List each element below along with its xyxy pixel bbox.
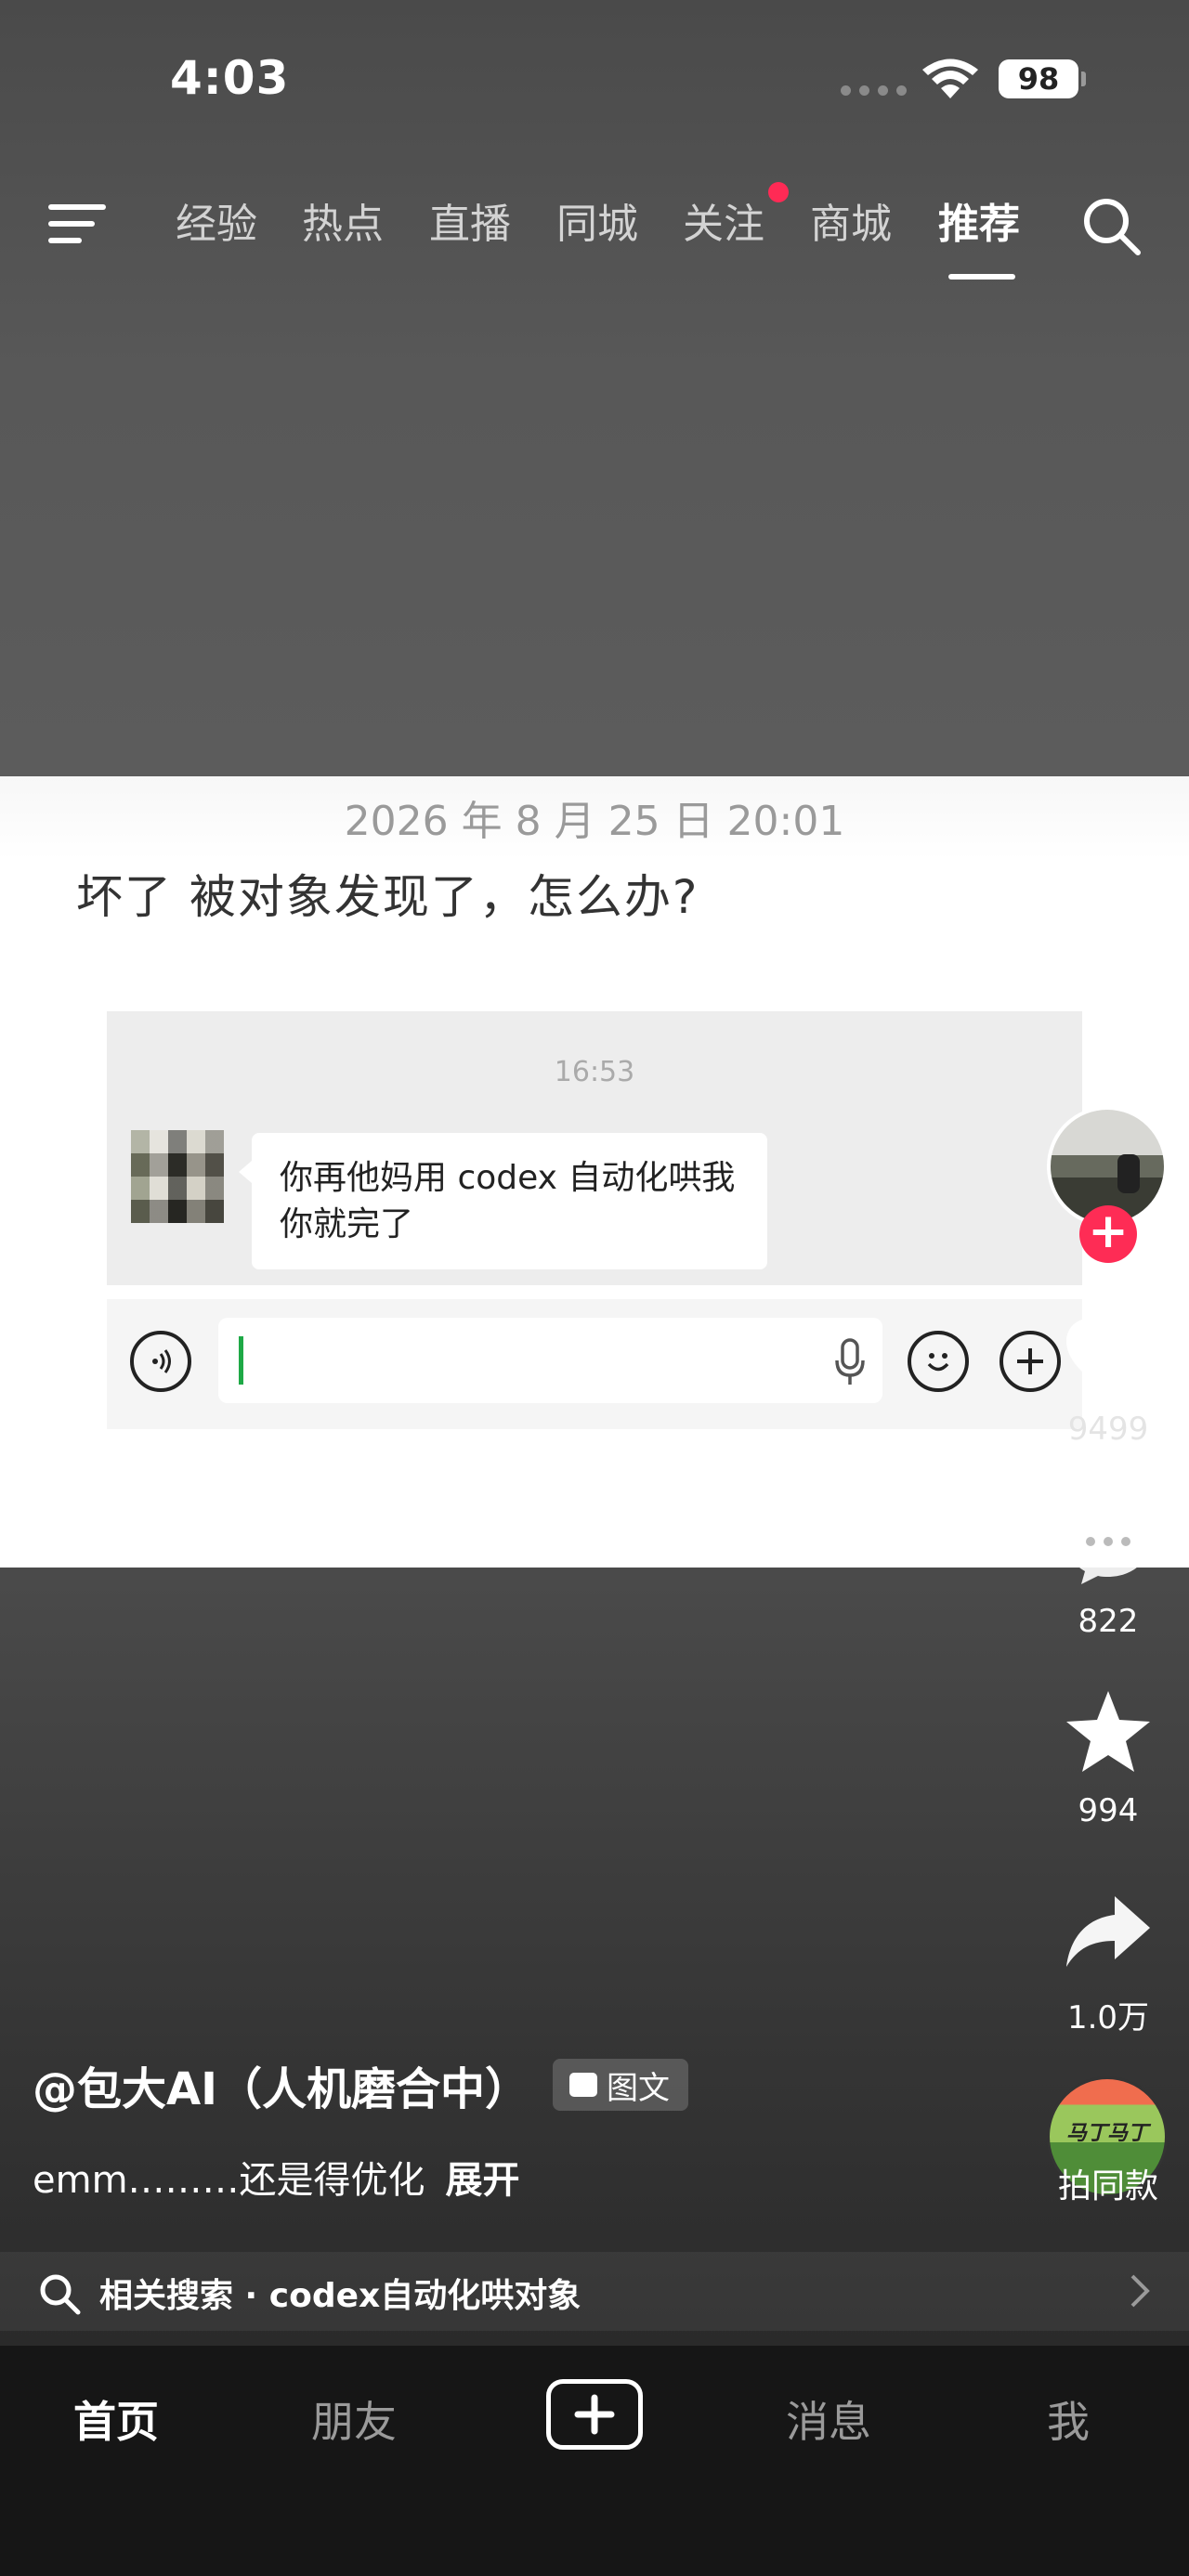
caption-text: emm………还是得优化 <box>33 2159 425 2202</box>
chat-input-field <box>218 1318 882 1403</box>
post-type-badge: 图文 <box>553 2059 688 2111</box>
emoji-icon <box>908 1331 969 1392</box>
active-tab-indicator <box>948 274 1015 280</box>
post-text: 坏了 被对象发现了，怎么办? <box>76 870 699 924</box>
wifi-icon <box>922 59 978 98</box>
chat-avatar <box>131 1130 224 1223</box>
share-icon[interactable] <box>1061 1885 1156 1980</box>
battery-tip <box>1081 72 1086 86</box>
voice-icon <box>130 1331 191 1392</box>
notification-dot <box>768 182 789 202</box>
menu-icon[interactable] <box>48 202 106 245</box>
star-icon[interactable] <box>1061 1685 1156 1780</box>
mic-icon <box>835 1338 865 1385</box>
music-disc-text: 马丁马丁 <box>1066 2122 1149 2145</box>
tab-guanzhu[interactable]: 关注 <box>683 190 764 250</box>
caption: emm………还是得优化 展开 <box>33 2150 520 2204</box>
text-caret <box>239 1336 243 1385</box>
related-search-text: 相关搜索 · codex自动化哄对象 <box>99 2277 581 2315</box>
nav-home[interactable]: 首页 <box>73 2388 159 2450</box>
tab-jingyan[interactable]: 经验 <box>176 190 257 250</box>
expand-link[interactable]: 展开 <box>446 2159 520 2202</box>
battery-icon: 98 <box>999 59 1078 98</box>
tab-tuijian[interactable]: 推荐 <box>938 190 1020 250</box>
bottom-nav: 首页 朋友 消息 我 <box>0 2346 1189 2576</box>
tab-redian[interactable]: 热点 <box>302 190 384 250</box>
share-count: 1.0万 <box>1066 1999 1150 2036</box>
same-style-button[interactable]: 拍同款 <box>1033 2159 1183 2207</box>
chevron-right-icon <box>1130 2274 1150 2308</box>
search-icon <box>40 2274 81 2315</box>
chat-input-bar <box>107 1299 1082 1429</box>
image-post-icon <box>569 2073 597 2097</box>
create-button[interactable] <box>546 2379 643 2450</box>
chat-time: 16:53 <box>554 1056 635 1088</box>
nav-me[interactable]: 我 <box>1047 2388 1090 2450</box>
tab-zhibo[interactable]: 直播 <box>429 190 511 250</box>
related-search-bar[interactable]: 相关搜索 · codex自动化哄对象 <box>0 2252 1189 2331</box>
favorite-count: 994 <box>1078 1792 1139 1829</box>
tab-tongcheng[interactable]: 同城 <box>556 190 638 250</box>
tab-shangcheng[interactable]: 商城 <box>810 190 892 250</box>
nav-messages[interactable]: 消息 <box>786 2388 871 2450</box>
chat-message-bubble: 你再他妈用 codex 自动化哄我你就完了 <box>239 1133 767 1269</box>
plus-icon <box>1000 1331 1061 1392</box>
comment-count: 822 <box>1078 1603 1139 1640</box>
comment-icon[interactable] <box>1061 1497 1156 1592</box>
heart-icon[interactable] <box>1061 1309 1156 1404</box>
author-name[interactable]: @包大AI（人机磨合中） <box>33 2052 529 2117</box>
post-timestamp: 2026 年 8 月 25 日 20:01 <box>344 798 845 845</box>
nav-friends[interactable]: 朋友 <box>311 2388 397 2450</box>
like-count: 9499 <box>1067 1411 1149 1448</box>
post-image[interactable]: 2026 年 8 月 25 日 20:01 坏了 被对象发现了，怎么办? 16:… <box>0 776 1189 1568</box>
search-icon[interactable] <box>1080 195 1142 256</box>
chat-screenshot: 16:53 你再他妈用 codex 自动化哄我你就完了 <box>107 1011 1082 1285</box>
signal-dots-icon <box>841 85 907 96</box>
status-time: 4:03 <box>170 51 290 105</box>
post-type-label: 图文 <box>607 2069 670 2107</box>
plus-icon <box>574 2394 615 2435</box>
follow-button[interactable]: + <box>1079 1205 1137 1263</box>
